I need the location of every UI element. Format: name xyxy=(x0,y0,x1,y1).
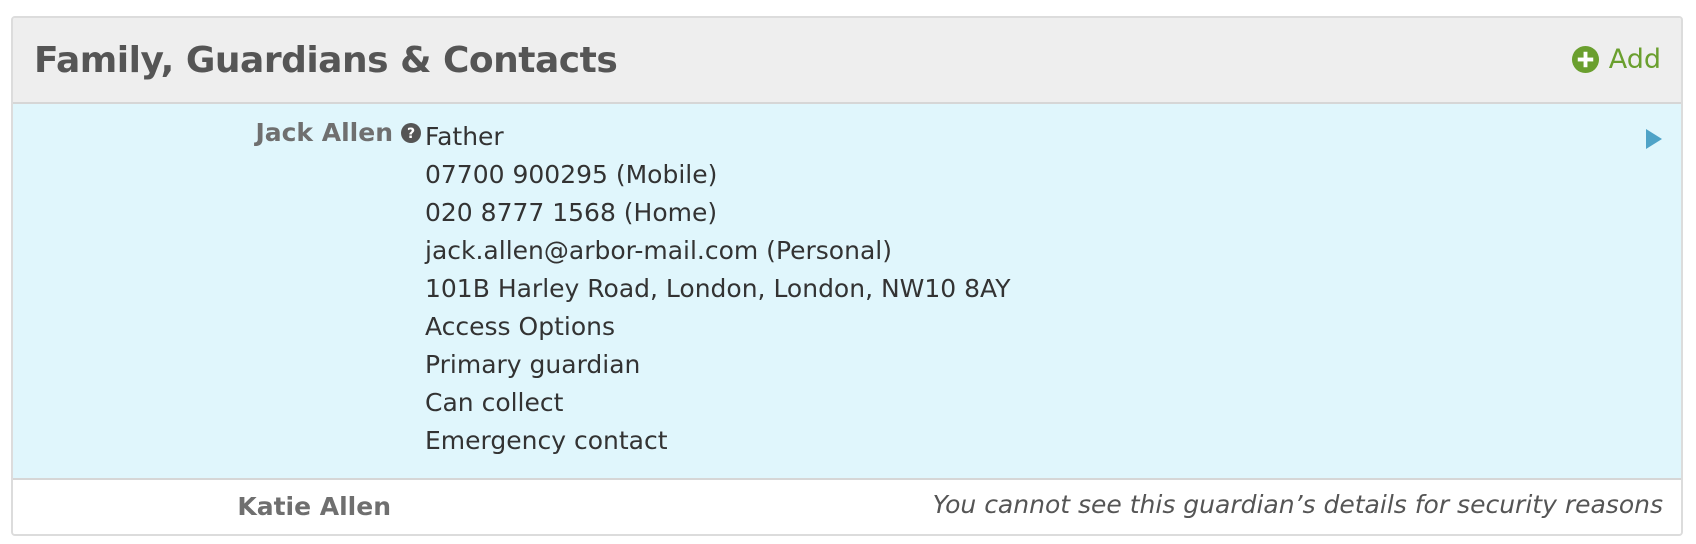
plus-circle-icon xyxy=(1571,45,1599,74)
add-contact-button[interactable]: Add xyxy=(1571,44,1661,75)
svg-text:?: ? xyxy=(407,126,415,142)
add-label: Add xyxy=(1608,44,1661,75)
triangle-right-icon[interactable] xyxy=(1645,128,1663,150)
can-collect-flag: Can collect xyxy=(425,388,564,417)
panel-title: Family, Guardians & Contacts xyxy=(34,40,618,81)
contact-name: Jack Allen ? xyxy=(255,118,421,147)
contact-details-list: Father 07700 900295 (Mobile) 020 8777 15… xyxy=(425,118,1011,460)
email-address: jack.allen@arbor-mail.com (Personal) xyxy=(425,236,892,265)
contact-row-katie-allen: Katie Allen You cannot see this guardian… xyxy=(13,480,1681,534)
question-circle-icon[interactable]: ? xyxy=(401,122,421,143)
postal-address: 101B Harley Road, London, London, NW10 8… xyxy=(425,274,1011,303)
relationship: Father xyxy=(425,122,504,151)
primary-guardian-flag: Primary guardian xyxy=(425,350,641,379)
panel-header: Family, Guardians & Contacts Add xyxy=(13,18,1681,104)
family-guardians-contacts-panel: Family, Guardians & Contacts Add Jack Al… xyxy=(11,16,1683,536)
contact-name-label: Jack Allen xyxy=(255,118,393,147)
emergency-contact-flag: Emergency contact xyxy=(425,426,668,455)
access-options: Access Options xyxy=(425,312,615,341)
security-restriction-note: You cannot see this guardian’s details f… xyxy=(932,490,1663,519)
contact-row-jack-allen[interactable]: Jack Allen ? Father 07700 900295 (Mobile… xyxy=(13,104,1681,480)
contact-name-label: Katie Allen xyxy=(237,492,391,521)
mobile-phone: 07700 900295 (Mobile) xyxy=(425,160,718,189)
home-phone: 020 8777 1568 (Home) xyxy=(425,198,718,227)
contact-name: Katie Allen xyxy=(237,492,391,521)
